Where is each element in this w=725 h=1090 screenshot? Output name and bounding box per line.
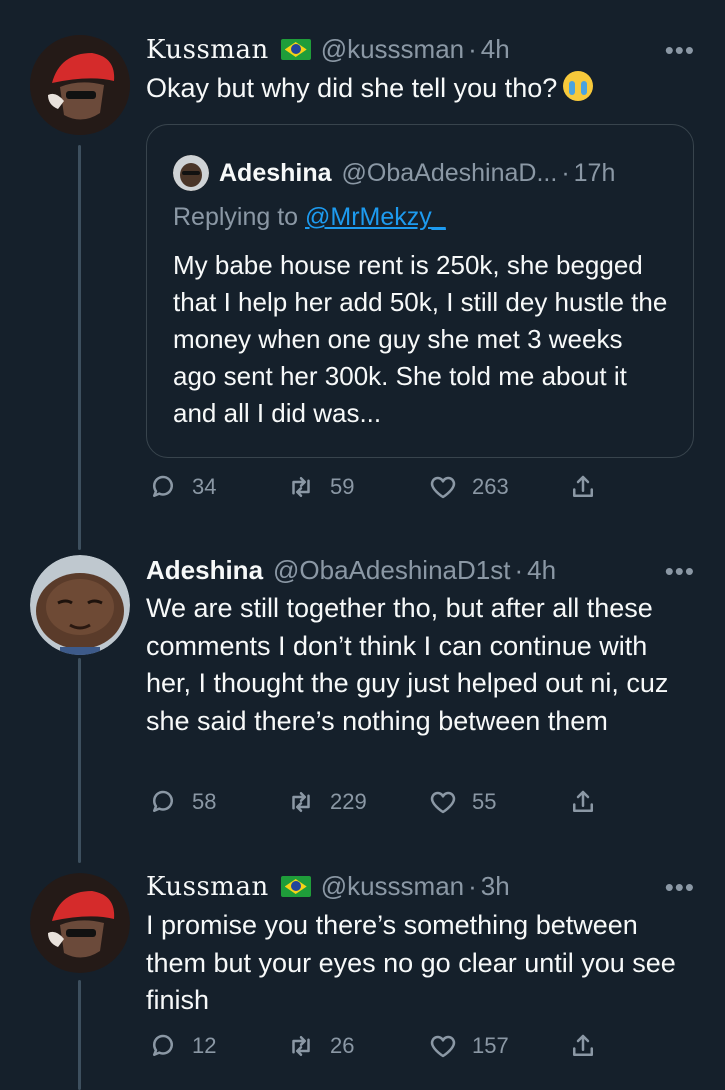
reply-count: 12	[192, 1033, 217, 1058]
tweet-header: Kussman @kusssman · 3h •••	[146, 871, 695, 902]
reply-icon	[152, 1034, 173, 1056]
like-icon	[430, 1035, 456, 1058]
separator: ·	[514, 555, 524, 585]
quoted-tweet-header: Adeshina @ObaAdeshinaD... · 17h	[173, 155, 615, 191]
brazil-flag-icon	[280, 39, 311, 60]
handle[interactable]: @kusssman	[321, 871, 464, 902]
timestamp[interactable]: 3h	[481, 871, 510, 902]
tweet-text: We are still together tho, but after all…	[146, 593, 669, 736]
quoted-timestamp: 17h	[573, 158, 616, 187]
like-button[interactable]: 55	[428, 787, 496, 817]
tweet[interactable]: Kussman @kusssman · 3h ••• I promise you…	[0, 865, 725, 1090]
quoted-avatar	[173, 155, 209, 191]
like-icon	[430, 791, 456, 814]
quoted-tweet-text: My babe house rent is 250k, she begged t…	[173, 250, 668, 428]
reply-icon	[152, 475, 173, 497]
like-icon	[430, 476, 456, 499]
like-count: 263	[472, 474, 509, 499]
tweet-text: Okay but why did she tell you tho?	[146, 70, 697, 108]
quoted-display-name: Adeshina	[219, 158, 332, 187]
avatar[interactable]	[30, 555, 130, 655]
separator: ·	[468, 871, 477, 901]
tweet-header: Adeshina @ObaAdeshinaD1st · 4h •••	[146, 555, 695, 586]
share-icon	[573, 1034, 593, 1056]
timestamp[interactable]: 4h	[527, 555, 556, 586]
retweet-button[interactable]: 229	[286, 787, 367, 817]
separator: ·	[561, 158, 570, 187]
quoted-handle: @ObaAdeshinaD...	[341, 158, 558, 187]
reply-icon	[152, 790, 173, 812]
retweet-count: 229	[330, 789, 367, 814]
separator: ·	[468, 34, 477, 64]
avatar[interactable]	[30, 35, 130, 135]
tweet[interactable]: Adeshina @ObaAdeshinaD1st · 4h ••• We ar…	[0, 535, 725, 865]
share-button[interactable]	[568, 787, 612, 817]
retweet-icon	[292, 477, 310, 497]
handle[interactable]: @ObaAdeshinaD1st	[273, 555, 510, 586]
retweet-count: 59	[330, 474, 355, 499]
reply-count: 58	[192, 789, 217, 814]
thread-line	[78, 658, 81, 863]
brazil-flag-icon	[280, 876, 311, 897]
retweet-button[interactable]: 26	[286, 1031, 354, 1061]
thread-line	[78, 145, 81, 550]
action-bar: 58 229 55	[148, 787, 605, 827]
reply-button[interactable]: 34	[148, 472, 216, 502]
more-icon[interactable]: •••	[665, 37, 695, 63]
loudly-crying-face-emoji	[563, 71, 594, 101]
retweet-icon	[292, 1036, 310, 1056]
timestamp[interactable]: 4h	[481, 34, 510, 65]
quoted-tweet[interactable]: Adeshina @ObaAdeshinaD... · 17h Replying…	[146, 124, 694, 458]
mention-link[interactable]: @MrMekzy_	[305, 203, 446, 231]
display-name[interactable]: Adeshina	[146, 555, 263, 586]
replying-to: Replying to @MrMekzy_	[173, 203, 446, 232]
action-bar: 12 26 157	[148, 1031, 605, 1071]
reply-count: 34	[192, 474, 217, 499]
display-name[interactable]: Kussman	[146, 872, 269, 902]
retweet-count: 26	[330, 1033, 355, 1058]
thread-line	[78, 980, 81, 1090]
reply-button[interactable]: 12	[148, 1031, 216, 1061]
display-name[interactable]: Kussman	[146, 35, 269, 65]
retweet-icon	[292, 792, 310, 812]
replying-to-prefix: Replying to	[173, 203, 306, 231]
tweet-header: Kussman @kusssman · 4h •••	[146, 34, 695, 65]
tweet-text-content: Okay but why did she tell you tho?	[146, 73, 558, 103]
like-button[interactable]: 263	[428, 472, 509, 502]
avatar[interactable]	[30, 873, 130, 973]
share-icon	[573, 475, 593, 497]
more-icon[interactable]: •••	[665, 874, 695, 900]
share-button[interactable]	[568, 472, 612, 502]
retweet-button[interactable]: 59	[286, 472, 354, 502]
tweet-text: I promise you there’s something between …	[146, 910, 676, 1015]
more-icon[interactable]: •••	[665, 558, 695, 584]
like-count: 157	[472, 1033, 509, 1058]
handle[interactable]: @kusssman	[321, 34, 464, 65]
tweet[interactable]: Kussman @kusssman · 4h ••• Okay but why …	[0, 0, 725, 550]
like-count: 55	[472, 789, 497, 814]
reply-button[interactable]: 58	[148, 787, 216, 817]
like-button[interactable]: 157	[428, 1031, 509, 1061]
action-bar: 34 59 263	[148, 472, 605, 512]
share-button[interactable]	[568, 1031, 612, 1061]
share-icon	[573, 790, 593, 812]
